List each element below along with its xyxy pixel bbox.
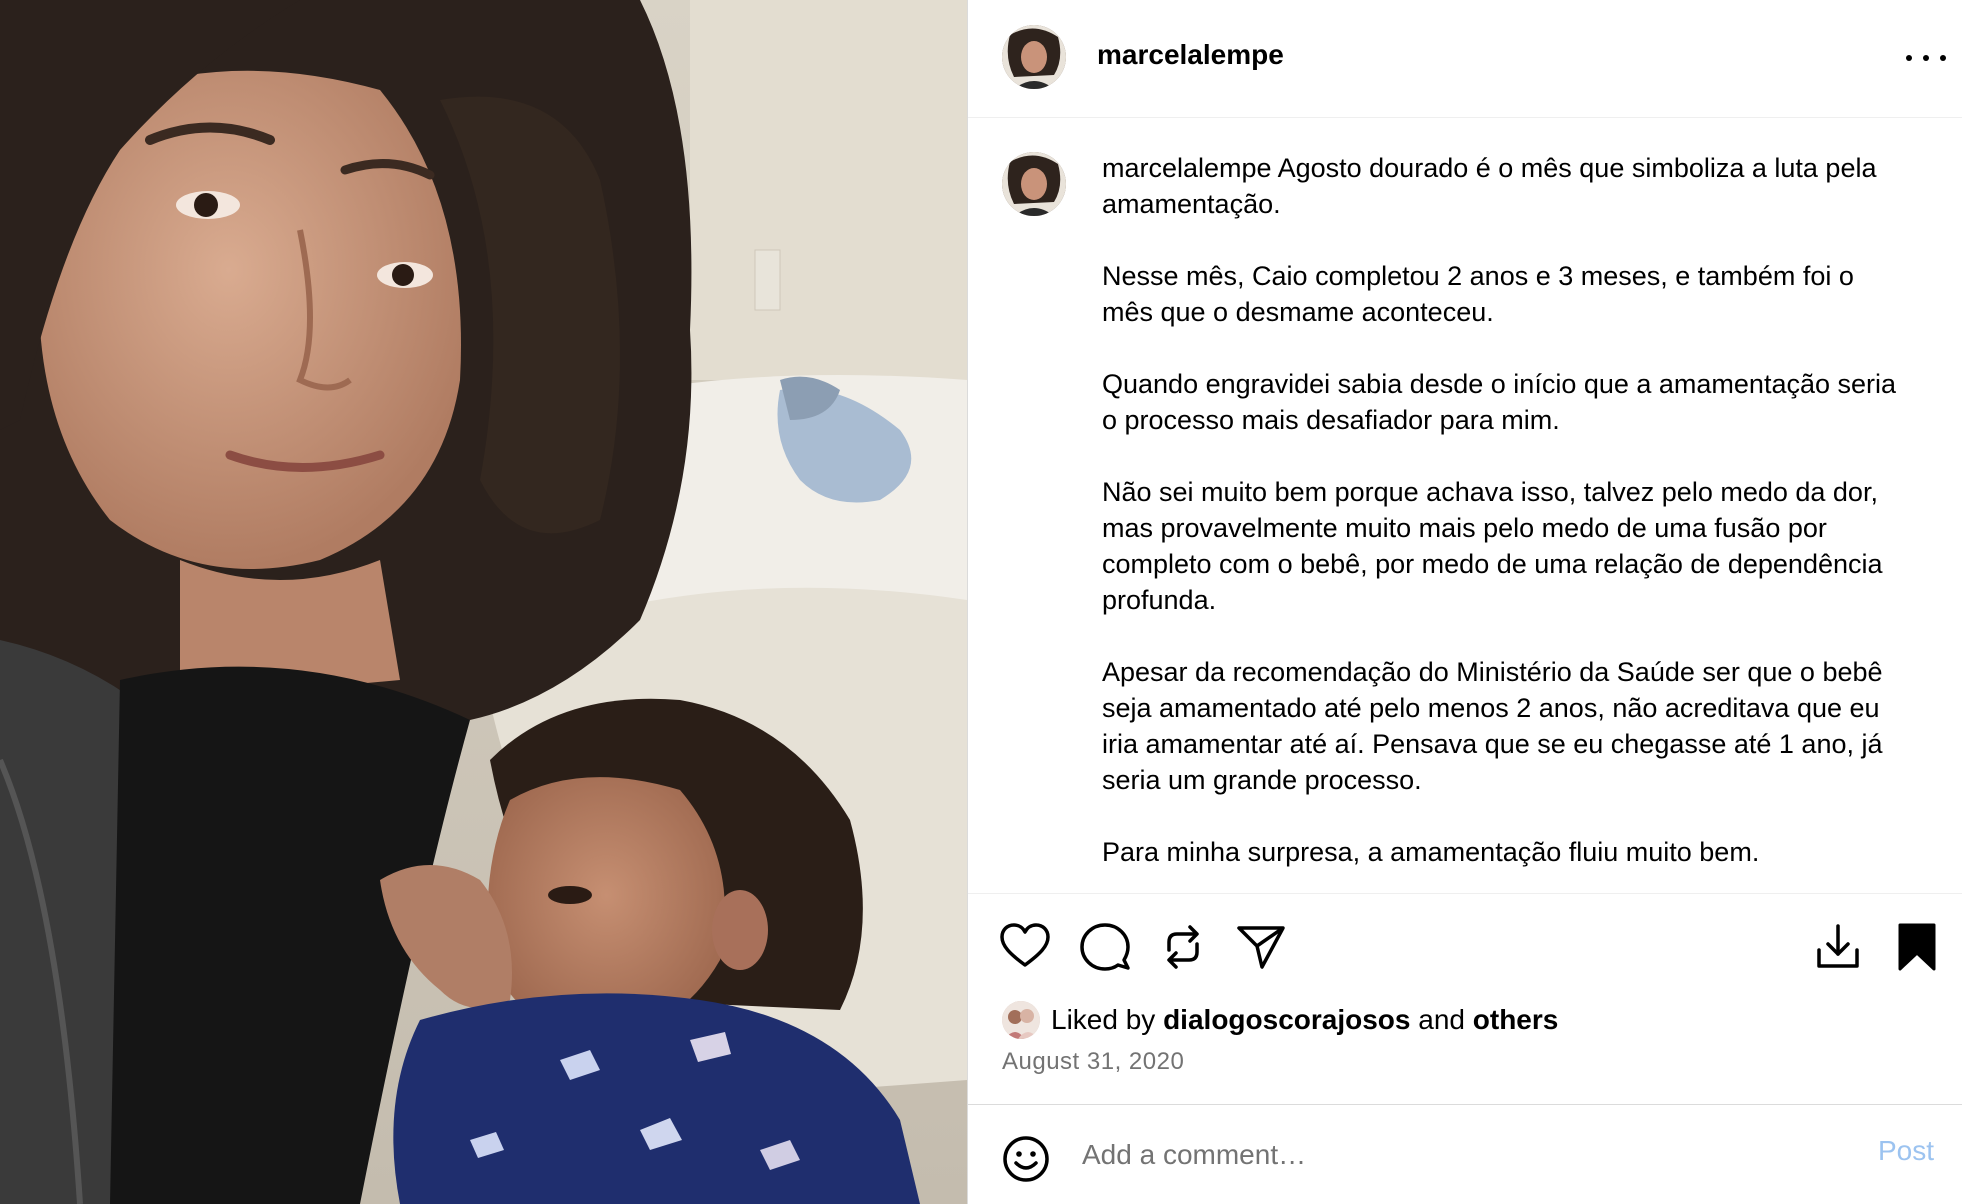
caption-area: marcelalempe Agosto dourado é o mês que … [968, 118, 1962, 893]
post-comment-button[interactable]: Post [1878, 1135, 1934, 1167]
instagram-post: marcelalempe marcelalempe Agosto dourado… [0, 0, 1962, 1204]
likes-joiner: and [1418, 1004, 1465, 1035]
likes-others-link[interactable]: others [1473, 1004, 1559, 1036]
likes-summary: Liked by dialogoscorajosos and others [1002, 1000, 1558, 1040]
post-header: marcelalempe [968, 0, 1962, 118]
caption-paragraph: Quando engravidei sabia desde o início q… [1102, 369, 1897, 435]
comment-bar: Post [968, 1104, 1962, 1204]
likes-prefix: Liked by [1051, 1004, 1156, 1035]
author-username[interactable]: marcelalempe [1097, 38, 1284, 72]
caption-username[interactable]: marcelalempe [1102, 153, 1272, 183]
caption-first-paragraph: marcelalempe Agosto dourado é o mês que … [1102, 150, 1912, 222]
post-side-panel: marcelalempe marcelalempe Agosto dourado… [967, 0, 1962, 1204]
download-icon[interactable] [1811, 920, 1865, 974]
comment-input[interactable] [1082, 1131, 1782, 1179]
post-actions: Liked by dialogoscorajosos and others Au… [968, 893, 1962, 1204]
caption-paragraph: Nesse mês, Caio completou 2 anos e 3 mes… [1102, 261, 1854, 327]
author-avatar[interactable] [1002, 25, 1066, 89]
caption-paragraph: Para minha surpresa, a amamentação fluiu… [1102, 837, 1760, 867]
comment-icon[interactable] [1078, 920, 1132, 974]
liker-username[interactable]: dialogoscorajosos [1163, 1004, 1410, 1036]
bookmark-filled-icon[interactable] [1890, 920, 1944, 974]
caption-author-avatar[interactable] [1002, 152, 1066, 216]
emoji-smile-icon[interactable] [1002, 1135, 1050, 1183]
caption-paragraph: Não sei muito bem porque achava isso, ta… [1102, 477, 1883, 615]
post-photo[interactable] [0, 0, 967, 1204]
repost-icon[interactable] [1156, 920, 1210, 974]
post-date[interactable]: August 31, 2020 [1002, 1048, 1184, 1076]
post-caption: marcelalempe Agosto dourado é o mês que … [1102, 150, 1912, 870]
heart-icon[interactable] [998, 920, 1052, 974]
liker-avatar[interactable] [1002, 1001, 1040, 1039]
photo-illustration [0, 0, 967, 1204]
more-options-icon[interactable] [1906, 40, 1946, 76]
send-icon[interactable] [1234, 920, 1288, 974]
caption-paragraph: Apesar da recomendação do Ministério da … [1102, 657, 1883, 795]
